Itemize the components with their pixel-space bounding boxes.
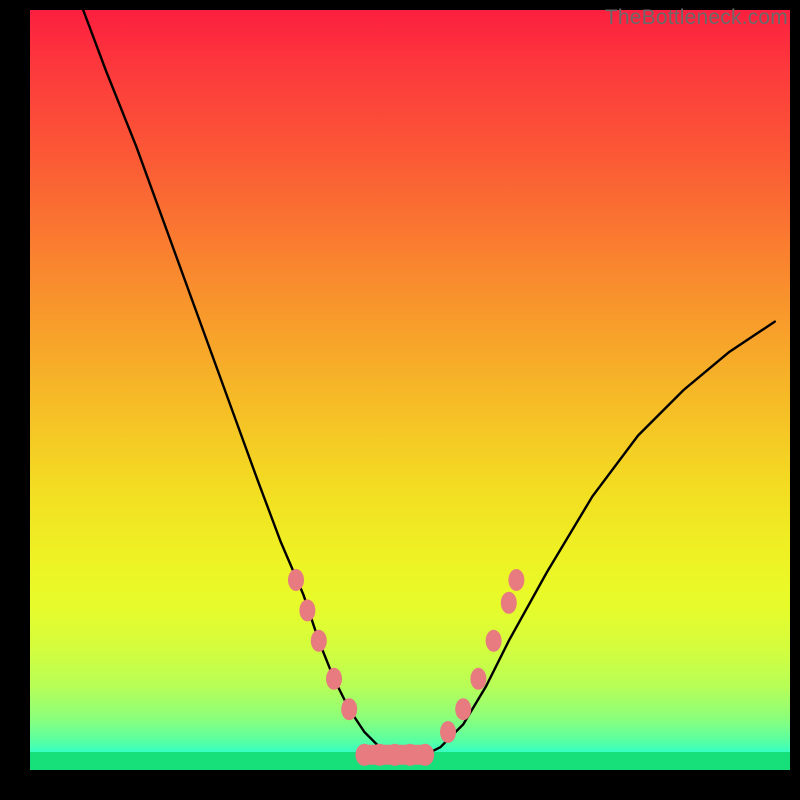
curve-marker (341, 698, 357, 720)
curve-marker (326, 668, 342, 690)
curve-marker (501, 592, 517, 614)
curve-marker (486, 630, 502, 652)
curve-marker (440, 721, 456, 743)
chart-stage: TheBottleneck.com (0, 0, 800, 800)
curve-marker (288, 569, 304, 591)
chart-overlay (30, 10, 790, 770)
bottleneck-curve (83, 10, 775, 755)
curve-marker (455, 698, 471, 720)
curve-marker (299, 599, 315, 621)
curve-marker (311, 630, 327, 652)
curve-marker (416, 744, 434, 766)
curve-marker (508, 569, 524, 591)
curve-markers (288, 569, 524, 766)
curve-marker (470, 668, 486, 690)
